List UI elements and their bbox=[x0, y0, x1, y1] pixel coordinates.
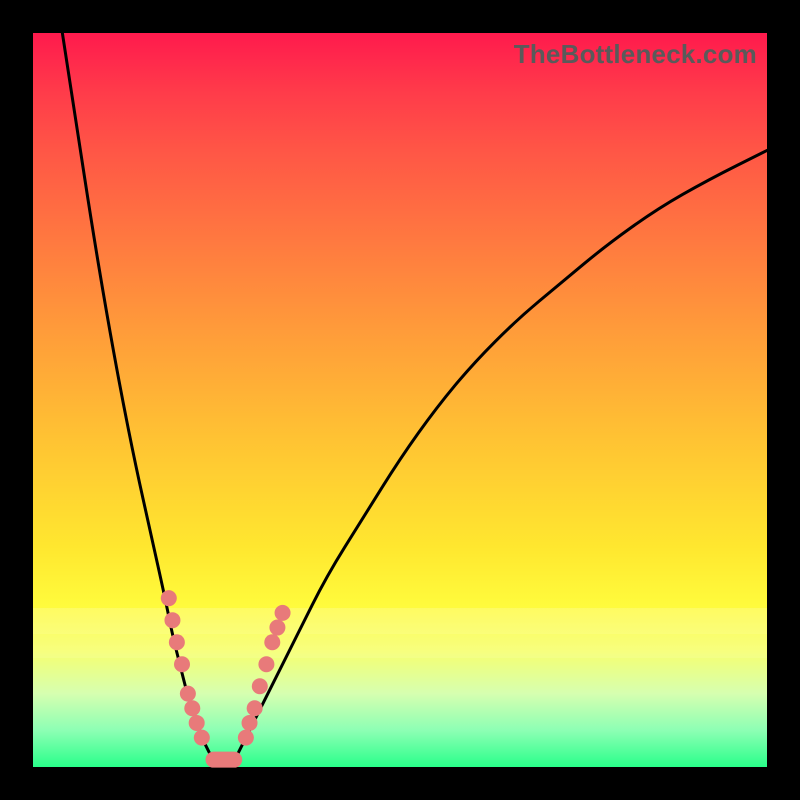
data-marker bbox=[169, 634, 185, 650]
chart-svg bbox=[33, 33, 767, 767]
data-marker bbox=[189, 715, 205, 731]
valley-pill-marker bbox=[205, 752, 242, 768]
data-marker bbox=[269, 620, 285, 636]
chart-frame: TheBottleneck.com bbox=[0, 0, 800, 800]
markers-right bbox=[238, 605, 291, 746]
data-marker bbox=[184, 700, 200, 716]
data-marker bbox=[174, 656, 190, 672]
data-marker bbox=[161, 590, 177, 606]
data-marker bbox=[275, 605, 291, 621]
data-marker bbox=[242, 715, 258, 731]
curve-right-branch bbox=[239, 150, 767, 752]
data-marker bbox=[264, 634, 280, 650]
data-marker bbox=[252, 678, 268, 694]
data-marker bbox=[194, 730, 210, 746]
data-marker bbox=[258, 656, 274, 672]
curve-left-branch bbox=[62, 33, 209, 752]
data-marker bbox=[247, 700, 263, 716]
markers-left bbox=[161, 590, 210, 745]
data-marker bbox=[164, 612, 180, 628]
plot-area: TheBottleneck.com bbox=[33, 33, 767, 767]
data-marker bbox=[180, 686, 196, 702]
data-marker bbox=[238, 730, 254, 746]
